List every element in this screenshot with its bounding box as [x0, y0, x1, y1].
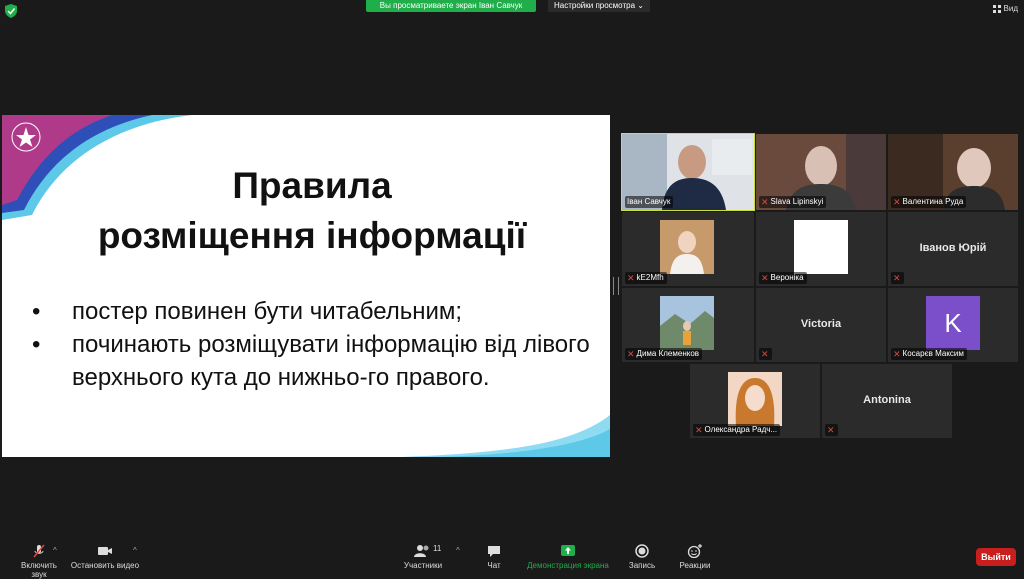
participant-name: ✕ Косарєв Максим [891, 348, 967, 360]
microphone-muted-icon: ✕ [893, 349, 901, 359]
participant-name: ✕ [825, 424, 838, 436]
screen-share-banner: Вы просматриваете экран Іван Савчук [366, 0, 536, 12]
record-button[interactable]: Запись [624, 544, 660, 570]
participant-name: ✕ Вероніка [759, 272, 807, 284]
chat-icon [488, 546, 500, 557]
microphone-muted-icon: ✕ [761, 349, 769, 359]
video-options-caret[interactable]: ^ [133, 546, 137, 555]
audio-options-caret[interactable]: ^ [53, 546, 57, 555]
participant-name: ✕ [759, 348, 772, 360]
reactions-label: Реакции [679, 561, 711, 570]
participant-display-name: Antonina [863, 394, 911, 406]
video-tile[interactable]: K ✕ Косарєв Максим [888, 288, 1018, 362]
view-button[interactable]: Вид [992, 3, 1018, 15]
star-logo-icon [11, 122, 41, 152]
split-divider-handle[interactable] [613, 277, 619, 295]
participants-count: 11 [433, 544, 442, 553]
chat-label: Чат [487, 561, 501, 570]
view-label: Вид [1003, 4, 1018, 13]
participant-name: ✕ Олександра Радч... [693, 424, 781, 436]
video-tile[interactable]: ✕ kE2Mfh [622, 212, 754, 286]
microphone-muted-icon: ✕ [827, 425, 835, 435]
share-screen-button[interactable]: Демонстрация экрана [522, 544, 614, 570]
participant-avatar [660, 296, 714, 350]
microphone-muted-icon: ✕ [627, 273, 635, 283]
participants-options-caret[interactable]: ^ [456, 546, 460, 555]
video-camera-icon [98, 547, 112, 555]
reactions-button[interactable]: Реакции [676, 544, 714, 570]
participants-label: Участники [403, 561, 443, 570]
microphone-muted-icon: ✕ [761, 273, 769, 283]
participant-avatar [660, 220, 714, 274]
video-tile[interactable]: ✕ Slava Lipinskyi [756, 134, 886, 210]
participant-name: ✕ [891, 272, 904, 284]
microphone-muted-icon: ✕ [893, 273, 901, 283]
chat-button[interactable]: Чат [476, 544, 512, 570]
microphone-muted-icon [33, 544, 45, 558]
participant-name: ✕ kE2Mfh [625, 272, 667, 284]
unmute-label: Включить звук [21, 561, 57, 579]
share-screen-label: Демонстрация экрана [527, 561, 609, 570]
participant-avatar [794, 220, 848, 274]
participant-display-name: Victoria [800, 318, 842, 330]
slide-decoration-bottom [402, 415, 610, 457]
participant-name: ✕ Slava Lipinskyi [759, 196, 827, 208]
grid-icon [992, 5, 1001, 13]
participant-avatar [728, 372, 782, 426]
video-tile[interactable]: Antonina ✕ [822, 364, 952, 438]
video-tile[interactable]: ✕ Валентина Руда [888, 134, 1018, 210]
video-tile[interactable]: Victoria ✕ [756, 288, 886, 362]
video-tile[interactable]: ✕ Вероніка [756, 212, 886, 286]
microphone-muted-icon: ✕ [893, 197, 901, 207]
participant-name: ✕ Дима Клеменков [625, 348, 703, 360]
microphone-muted-icon: ✕ [695, 425, 703, 435]
shield-icon[interactable] [5, 4, 17, 18]
record-label: Запись [628, 561, 656, 570]
video-tile[interactable]: Іван Савчук [621, 133, 755, 211]
share-screen-icon [561, 545, 575, 556]
chevron-down-icon: ⌄ [637, 1, 644, 10]
slide-title: Правила розміщення інформації [2, 161, 610, 261]
participant-name: Іван Савчук [625, 196, 674, 208]
slide-title-line-1: Правила [232, 165, 392, 206]
video-tile[interactable]: ✕ Дима Клеменков [622, 288, 754, 362]
slide-title-line-2: розміщення інформації [97, 215, 527, 256]
microphone-muted-icon: ✕ [627, 349, 635, 359]
slide-bullet: постер повинен бути читабельним; [32, 295, 602, 328]
participant-name: ✕ Валентина Руда [891, 196, 967, 208]
record-icon [635, 544, 649, 558]
slide-bullet: починають розміщувати інформацію від лів… [32, 328, 602, 394]
participant-avatar-letter: K [926, 296, 980, 350]
video-tile[interactable]: ✕ Олександра Радч... [690, 364, 820, 438]
leave-meeting-button[interactable]: Выйти [976, 548, 1016, 566]
view-options-label: Настройки просмотра [554, 1, 636, 10]
stop-video-label: Остановить видео [70, 561, 140, 570]
video-tile[interactable]: Іванов Юрій ✕ [888, 212, 1018, 286]
participants-icon [414, 545, 429, 557]
stop-video-button[interactable]: Остановить видео [70, 544, 140, 570]
shared-slide: Правила розміщення інформації постер пов… [2, 115, 610, 457]
participant-display-name: Іванов Юрій [919, 242, 987, 254]
smiley-add-icon [687, 544, 702, 558]
microphone-muted-icon: ✕ [761, 197, 769, 207]
view-options-menu[interactable]: Настройки просмотра ⌄ [548, 0, 650, 12]
slide-bullet-list: постер повинен бути читабельним; починаю… [32, 295, 602, 394]
